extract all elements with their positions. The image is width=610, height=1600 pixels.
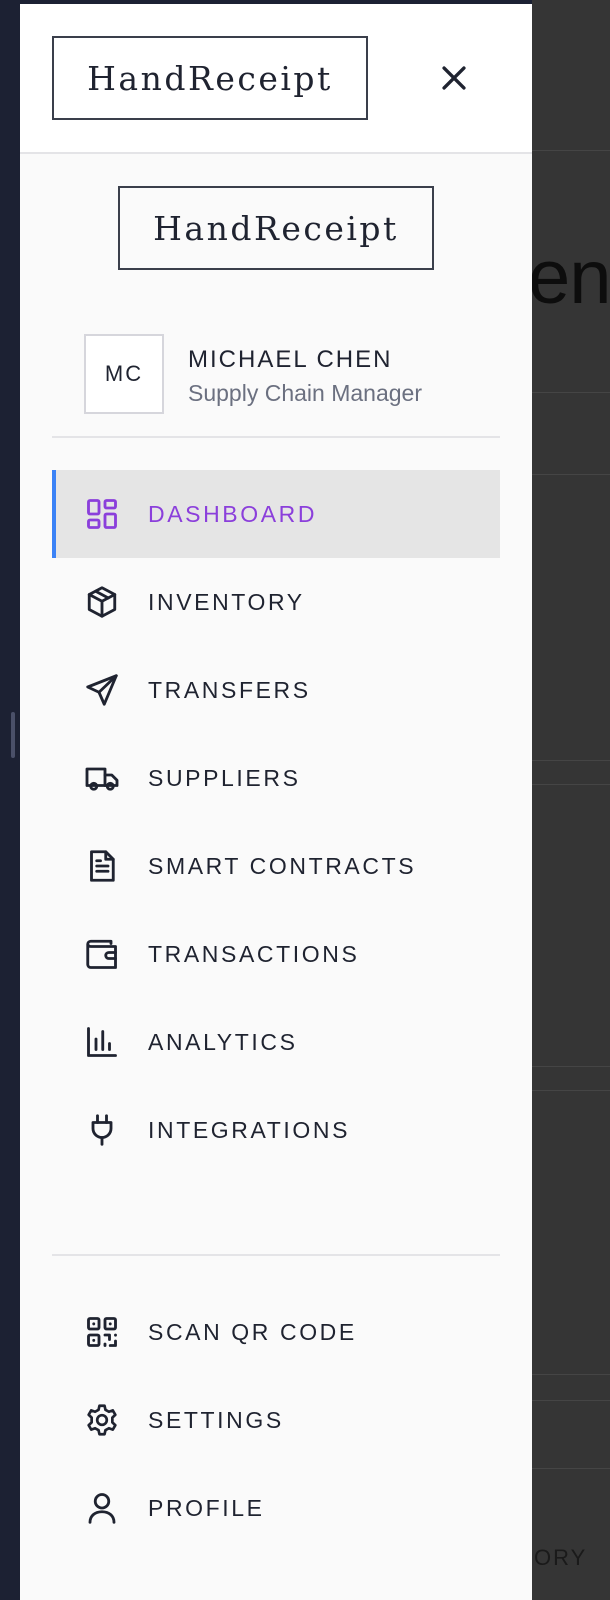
nav-item-analytics[interactable]: ANALYTICS: [52, 998, 500, 1086]
edge-resize-handle[interactable]: [11, 712, 15, 758]
overlay-divider: [532, 1468, 610, 1469]
nav-item-inventory[interactable]: INVENTORY: [52, 558, 500, 646]
bar-chart-icon: [84, 1024, 120, 1060]
truck-icon: [84, 760, 120, 796]
section-divider: [52, 1254, 500, 1256]
nav-item-label: TRANSFERS: [148, 676, 311, 703]
nav-item-label: INVENTORY: [148, 588, 305, 615]
nav-item-label: SETTINGS: [148, 1406, 284, 1433]
close-icon: [437, 61, 471, 95]
overlay-divider: [532, 784, 610, 785]
send-plane-icon: [84, 672, 120, 708]
qr-code-icon: [84, 1314, 120, 1350]
overlay-divider: [532, 1374, 610, 1375]
user-profile-summary[interactable]: MC MICHAEL CHEN Supply Chain Manager: [84, 334, 504, 416]
user-icon: [84, 1490, 120, 1526]
user-role: Supply Chain Manager: [188, 380, 422, 406]
nav-item-smart-contracts[interactable]: SMART CONTRACTS: [52, 822, 500, 910]
overlay-divider: [532, 392, 610, 393]
header-logo[interactable]: HandReceipt: [52, 36, 368, 120]
nav-item-label: INTEGRATIONS: [148, 1116, 351, 1143]
nav-item-label: SMART CONTRACTS: [148, 852, 417, 879]
nav-item-label: TRANSACTIONS: [148, 940, 360, 967]
nav-item-transactions[interactable]: TRANSACTIONS: [52, 910, 500, 998]
wallet-icon: [84, 936, 120, 972]
gear-icon: [84, 1402, 120, 1438]
overlay-divider: [532, 760, 610, 761]
background-page-footer-text: ORY: [534, 1545, 588, 1570]
drawer-header: HandReceipt: [20, 4, 532, 154]
document-icon: [84, 848, 120, 884]
nav-item-suppliers[interactable]: SUPPLIERS: [52, 734, 500, 822]
nav-item-profile[interactable]: PROFILE: [52, 1464, 500, 1552]
overlay-divider: [532, 150, 610, 151]
avatar: MC: [84, 334, 164, 414]
secondary-navigation: SCAN QR CODE SETTINGS PROFILE: [52, 1288, 500, 1552]
plug-icon: [84, 1112, 120, 1148]
nav-item-label: ANALYTICS: [148, 1028, 298, 1055]
main-navigation: DASHBOARD INVENTORY TRANSFERS SUPPLIERS …: [52, 470, 500, 1174]
user-name: MICHAEL CHEN: [188, 346, 393, 373]
nav-item-transfers[interactable]: TRANSFERS: [52, 646, 500, 734]
package-box-icon: [84, 584, 120, 620]
overlay-divider: [532, 1066, 610, 1067]
nav-item-scan-qr-code[interactable]: SCAN QR CODE: [52, 1288, 500, 1376]
overlay-divider: [532, 1400, 610, 1401]
overlay-divider: [532, 474, 610, 475]
close-drawer-button[interactable]: [432, 56, 476, 100]
nav-item-settings[interactable]: SETTINGS: [52, 1376, 500, 1464]
nav-item-label: DASHBOARD: [148, 500, 318, 527]
nav-item-label: SCAN QR CODE: [148, 1318, 357, 1345]
background-page-heading: en: [528, 235, 610, 320]
navigation-drawer: HandReceipt HandReceipt MC MICHAEL CHEN …: [20, 4, 532, 1600]
brand-logo[interactable]: HandReceipt: [118, 186, 434, 270]
nav-item-dashboard[interactable]: DASHBOARD: [52, 470, 500, 558]
overlay-divider: [532, 1090, 610, 1091]
dashboard-grid-icon: [84, 496, 120, 532]
section-divider: [52, 436, 500, 438]
nav-item-label: PROFILE: [148, 1494, 265, 1521]
nav-item-integrations[interactable]: INTEGRATIONS: [52, 1086, 500, 1174]
nav-item-label: SUPPLIERS: [148, 764, 301, 791]
